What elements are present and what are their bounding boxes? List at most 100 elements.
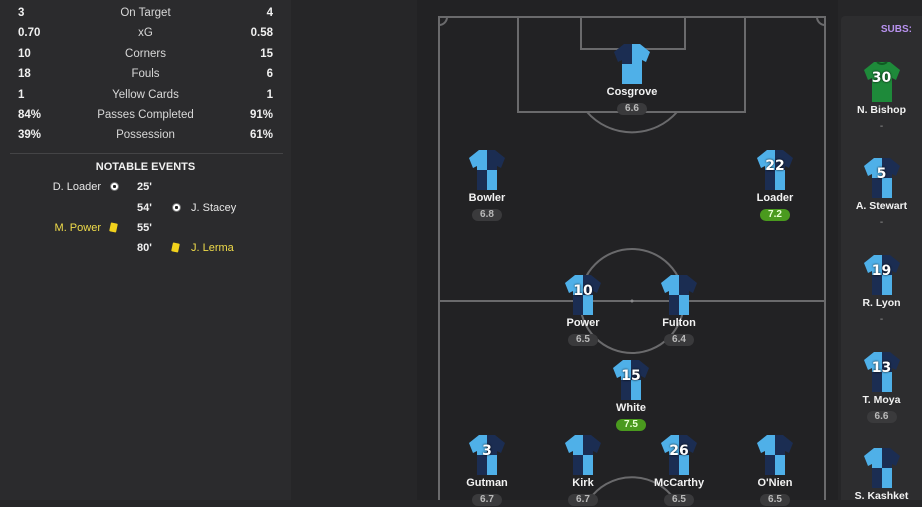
divider <box>10 153 283 154</box>
player-rating: 6.4 <box>664 334 694 346</box>
stat-row: 1 Yellow Cards 1 <box>0 86 291 106</box>
player-rating: - <box>879 217 884 228</box>
stat-label: xG <box>138 27 153 39</box>
shirt-number: 19 <box>871 263 892 279</box>
player-name: McCarthy <box>653 477 705 489</box>
player-rating: 6.5 <box>760 494 790 506</box>
event-minute: 54' <box>137 202 152 214</box>
player-name: Gutman <box>466 477 508 489</box>
player-fulton[interactable]: Fulton 6.4 <box>634 273 724 347</box>
player-name: Kirk <box>572 477 594 489</box>
away-value: 91% <box>249 109 273 121</box>
keeper-shirt-icon: 30 <box>862 60 902 104</box>
shirt-icon <box>563 433 603 477</box>
event-minute: 80' <box>137 242 152 254</box>
stat-row: 84% Passes Completed 91% <box>0 106 291 126</box>
event-player-away[interactable]: J. Stacey <box>191 199 236 217</box>
away-value: 15 <box>260 48 273 60</box>
player-name: Power <box>566 317 600 329</box>
sub-kashket[interactable]: S. Kashket <box>841 446 922 502</box>
yellow-card-icon <box>171 239 180 257</box>
subs-panel: SUBS: 30 N. Bishop - 5 A. Stewart - 19 R… <box>841 16 922 502</box>
events-title: NOTABLE EVENTS <box>95 161 196 173</box>
away-value: 1 <box>266 89 273 101</box>
stat-row: 3 On Target 4 <box>0 4 291 24</box>
player-name: White <box>616 402 646 414</box>
sub-moya[interactable]: 13 T. Moya 6.6 <box>841 350 922 424</box>
stat-row: 10 Corners 15 <box>0 45 291 65</box>
player-name: Cosgrove <box>606 86 658 98</box>
stat-label: On Target <box>120 7 171 19</box>
player-rating: 6.5 <box>568 334 598 346</box>
player-name: S. Kashket <box>854 490 909 502</box>
player-white[interactable]: 15 White 7.5 <box>586 358 676 432</box>
player-name: O'Nien <box>757 477 793 489</box>
shirt-number: 30 <box>871 70 892 86</box>
sub-stewart[interactable]: 5 A. Stewart - <box>841 156 922 230</box>
away-value: 61% <box>249 129 273 141</box>
shirt-number: 22 <box>765 158 785 174</box>
goal-ball-icon <box>172 199 181 217</box>
player-rating: 6.7 <box>472 494 502 506</box>
player-name: T. Moya <box>862 394 901 406</box>
player-rating: 7.5 <box>616 419 646 431</box>
shirt-icon: 15 <box>611 358 651 402</box>
player-rating: 6.7 <box>568 494 598 506</box>
stat-label: Passes Completed <box>97 109 194 121</box>
goal-ball-icon <box>110 178 119 196</box>
player-onien[interactable]: O'Nien 6.5 <box>730 433 820 507</box>
shirt-icon <box>862 446 902 490</box>
shirt-icon: 22 <box>755 148 795 192</box>
away-value: 4 <box>266 7 273 19</box>
player-loader[interactable]: 22 Loader 7.2 <box>730 148 820 222</box>
shirt-icon <box>659 273 699 317</box>
player-name: N. Bishop <box>857 104 906 116</box>
player-cosgrove[interactable]: Cosgrove 6.6 <box>587 42 677 116</box>
shirt-number: 5 <box>876 166 887 182</box>
player-rating: 6.5 <box>664 494 694 506</box>
event-player-away[interactable]: J. Lerma <box>191 239 234 257</box>
shirt-number: 13 <box>871 360 892 376</box>
shirt-icon <box>467 148 507 192</box>
player-rating: 6.8 <box>472 209 502 221</box>
shirt-number: 26 <box>669 443 689 459</box>
stat-row: 18 Fouls 6 <box>0 65 291 85</box>
event-minute: 55' <box>137 222 152 234</box>
player-bowler[interactable]: Bowler 6.8 <box>442 148 532 222</box>
player-rating: 6.6 <box>617 103 647 115</box>
match-stats-panel: 3 On Target 4 0.70 xG 0.58 10 Corners 15… <box>0 0 291 500</box>
player-name: Bowler <box>468 192 506 204</box>
shirt-number: 15 <box>621 368 641 384</box>
shirt-icon: 19 <box>862 253 902 297</box>
player-mccarthy[interactable]: 26 McCarthy 6.5 <box>634 433 724 507</box>
away-value: 0.58 <box>250 27 273 39</box>
player-gutman[interactable]: 3 Gutman 6.7 <box>442 433 532 507</box>
away-value: 6 <box>266 68 273 80</box>
stat-label: Corners <box>125 48 166 60</box>
player-rating: 6.6 <box>866 411 897 423</box>
stat-label: Yellow Cards <box>112 89 179 101</box>
sub-bishop[interactable]: 30 N. Bishop - <box>841 60 922 134</box>
player-name: Loader <box>756 192 794 204</box>
player-power[interactable]: 10 Power 6.5 <box>538 273 628 347</box>
yellow-card-icon <box>109 219 118 237</box>
sub-lyon[interactable]: 19 R. Lyon - <box>841 253 922 327</box>
stat-row: 39% Possession 61% <box>0 126 291 146</box>
player-rating: 7.2 <box>760 209 790 221</box>
player-name: A. Stewart <box>855 200 908 212</box>
shirt-icon: 26 <box>659 433 699 477</box>
event-minute: 25' <box>137 181 152 193</box>
shirt-icon: 10 <box>563 273 603 317</box>
event-player-home[interactable]: D. Loader <box>53 178 101 196</box>
shirt-number: 10 <box>573 283 593 299</box>
player-kirk[interactable]: Kirk 6.7 <box>538 433 628 507</box>
subs-title: SUBS: <box>880 24 912 35</box>
shirt-icon <box>612 42 652 86</box>
shirt-number: 3 <box>482 443 492 459</box>
event-player-home[interactable]: M. Power <box>55 219 101 237</box>
player-name: Fulton <box>662 317 696 329</box>
stat-row: 0.70 xG 0.58 <box>0 24 291 44</box>
shirt-icon: 3 <box>467 433 507 477</box>
stat-label: Possession <box>116 129 175 141</box>
player-rating: - <box>879 314 884 325</box>
